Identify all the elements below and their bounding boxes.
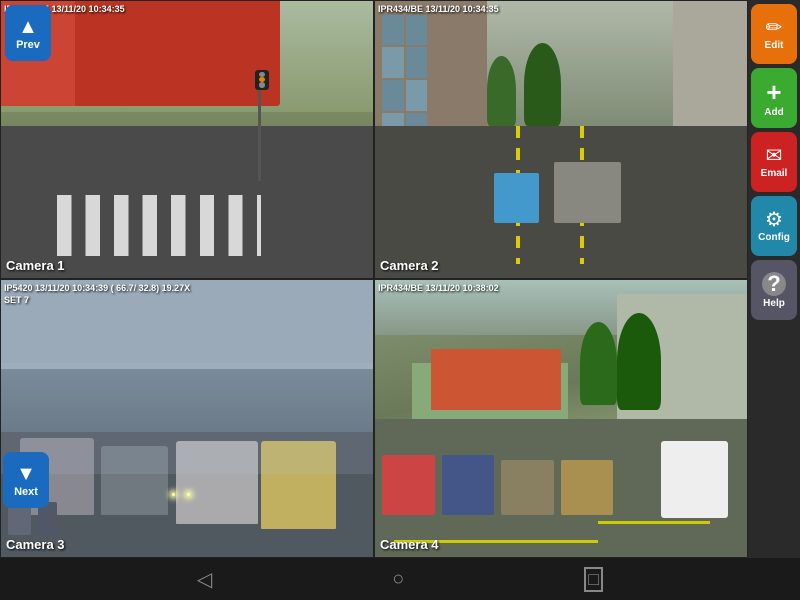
edit-button[interactable]: ✏ Edit xyxy=(751,4,797,64)
back-button[interactable]: ◁ xyxy=(147,567,262,592)
next-icon: ▼ xyxy=(16,463,36,486)
prev-button[interactable]: ▲ Prev xyxy=(5,5,51,61)
help-label: Help xyxy=(763,299,785,309)
next-button[interactable]: ▼ Next xyxy=(3,452,49,508)
config-icon: ⚙ xyxy=(765,210,783,230)
cam2-info: IPR434/BE 13/11/20 10:34:35 xyxy=(378,4,499,16)
camera-cell-2[interactable]: IPR434/BE 13/11/20 10:34:35 Camera 2 xyxy=(374,0,748,279)
add-label: Add xyxy=(764,108,783,118)
main-container: IPR434/BE 13/11/20 10:34:35 Camera 1 ▲ P… xyxy=(0,0,800,600)
recent-button[interactable]: □ xyxy=(534,567,653,592)
home-icon: ○ xyxy=(392,568,404,591)
cam4-label: Camera 4 xyxy=(380,537,439,552)
config-label: Config xyxy=(758,233,790,243)
camera-grid: IPR434/BE 13/11/20 10:34:35 Camera 1 ▲ P… xyxy=(0,0,748,558)
email-label: Email xyxy=(761,169,788,179)
camera-cell-3[interactable]: IP5420 13/11/20 10:34:39 ( 66.7/ 32.8) 1… xyxy=(0,279,374,558)
back-icon: ◁ xyxy=(197,567,212,592)
bottom-bar: ◁ ○ □ xyxy=(0,558,800,600)
cam4-info: IPR434/BE 13/11/20 10:38:02 xyxy=(378,283,499,295)
help-icon: ? xyxy=(762,272,786,296)
prev-label: Prev xyxy=(16,39,40,51)
email-button[interactable]: ✉ Email xyxy=(751,132,797,192)
camera-cell-4[interactable]: IPR434/BE 13/11/20 10:38:02 Camera 4 xyxy=(374,279,748,558)
cam3-label: Camera 3 xyxy=(6,537,65,552)
cam2-label: Camera 2 xyxy=(380,258,439,273)
home-button[interactable]: ○ xyxy=(342,568,454,591)
add-icon: + xyxy=(766,79,781,105)
camera-cell-1[interactable]: IPR434/BE 13/11/20 10:34:35 Camera 1 ▲ P… xyxy=(0,0,374,279)
recent-icon: □ xyxy=(584,567,603,592)
add-button[interactable]: + Add xyxy=(751,68,797,128)
email-icon: ✉ xyxy=(766,146,783,166)
next-label: Next xyxy=(14,486,38,498)
prev-icon: ▲ xyxy=(18,16,38,39)
cam1-label: Camera 1 xyxy=(6,258,65,273)
cam3-info: IP5420 13/11/20 10:34:39 ( 66.7/ 32.8) 1… xyxy=(4,283,190,306)
edit-label: Edit xyxy=(765,41,784,51)
config-button[interactable]: ⚙ Config xyxy=(751,196,797,256)
edit-icon: ✏ xyxy=(766,18,783,38)
sidebar: ✏ Edit + Add ✉ Email ⚙ Config ? Help xyxy=(748,0,800,558)
help-button[interactable]: ? Help xyxy=(751,260,797,320)
